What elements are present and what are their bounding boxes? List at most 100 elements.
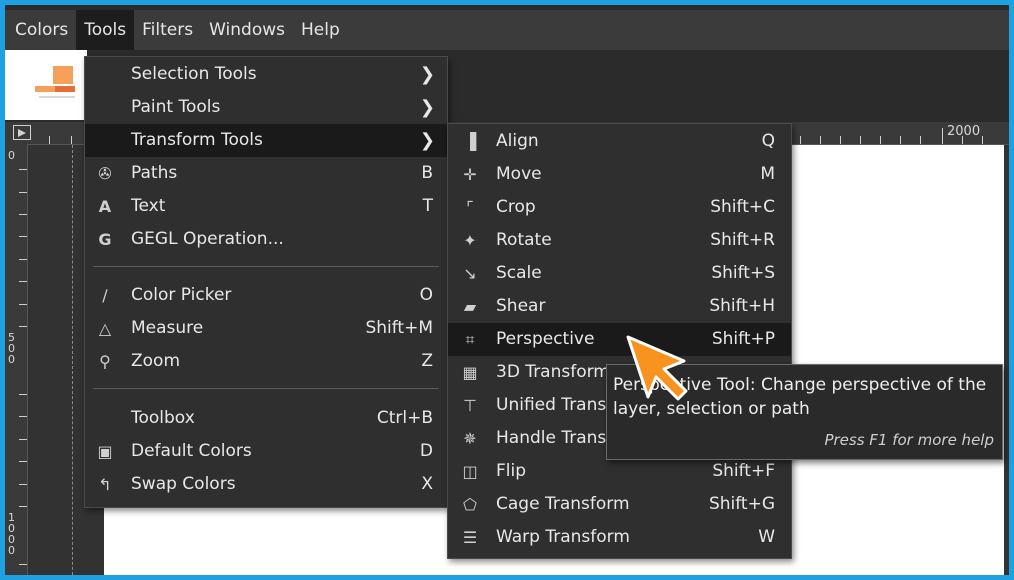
- menu-item-selection-tools[interactable]: Selection Tools ❯: [85, 58, 447, 91]
- menu-colors[interactable]: Colors: [5, 10, 76, 50]
- menu-item-perspective[interactable]: ⌗ Perspective Shift+P: [448, 323, 791, 356]
- menu-item-accel: D: [419, 441, 433, 461]
- menu-item-label: Measure: [131, 318, 204, 338]
- menu-item-accel: Q: [761, 131, 775, 151]
- menu-item-label: Cage Transform: [496, 494, 630, 514]
- ruler-label: 1000: [8, 511, 15, 557]
- ruler-label: 0: [8, 149, 15, 162]
- align-icon: ▐: [463, 132, 477, 151]
- zoom-icon: ⚲: [99, 352, 111, 371]
- default-colors-icon: ▣: [97, 442, 113, 461]
- chevron-right-icon: ❯: [419, 97, 435, 118]
- menu-item-rotate[interactable]: ✦ Rotate Shift+R: [448, 224, 791, 257]
- menu-item-accel: X: [421, 474, 433, 494]
- menu-item-move[interactable]: ✛ Move M: [448, 158, 791, 191]
- menu-item-swap-colors[interactable]: ↰ Swap Colors X: [85, 468, 447, 501]
- warp-transform-icon: ☰: [462, 528, 478, 547]
- menu-item-default-colors[interactable]: ▣ Default Colors D: [85, 435, 447, 468]
- menu-item-label: Scale: [496, 263, 542, 283]
- menu-item-measure[interactable]: △ Measure Shift+M: [85, 312, 447, 345]
- menu-item-accel: W: [758, 527, 775, 547]
- menu-item-label: Toolbox: [131, 408, 195, 428]
- menu-filters[interactable]: Filters: [134, 10, 201, 50]
- transform-tools-menu: ▐ Align Q ✛ Move M ⌜ Crop Shift+C ✦ Rota…: [447, 123, 792, 559]
- menu-item-accel: Shift+S: [711, 263, 775, 283]
- chevron-right-icon: ❯: [419, 130, 435, 151]
- menu-item-paint-tools[interactable]: Paint Tools ❯: [85, 91, 447, 124]
- thumbnail-swatch: [55, 86, 75, 92]
- menu-item-label: Default Colors: [131, 441, 252, 461]
- shear-icon: ▰: [463, 297, 477, 316]
- canvas-boundary: [72, 145, 74, 575]
- menu-item-label: Rotate: [496, 230, 552, 250]
- crop-icon: ⌜: [466, 198, 474, 217]
- menu-item-align[interactable]: ▐ Align Q: [448, 125, 791, 158]
- chevron-right-icon: ❯: [419, 64, 435, 85]
- menu-item-label: 3D Transform: [496, 362, 610, 382]
- text-icon: A: [98, 197, 112, 216]
- menu-item-accel: M: [760, 164, 775, 184]
- menu-item-accel: O: [419, 285, 433, 305]
- menu-item-label: Swap Colors: [131, 474, 236, 494]
- cursor-arrow-icon: [626, 335, 688, 401]
- menu-item-label: Align: [496, 131, 539, 151]
- menu-item-accel: Shift+R: [710, 230, 775, 250]
- menu-item-label: Zoom: [131, 351, 181, 371]
- menu-item-scale[interactable]: ↘ Scale Shift+S: [448, 257, 791, 290]
- thumbnail-swatch: [39, 96, 75, 98]
- menu-item-accel: T: [422, 196, 433, 216]
- menu-item-accel: Shift+G: [708, 494, 775, 514]
- menu-item-accel: Z: [421, 351, 433, 371]
- menu-item-accel: Shift+H: [709, 296, 775, 316]
- ruler-label: 2000: [947, 124, 981, 139]
- move-icon: ✛: [463, 165, 477, 184]
- menu-item-label: Flip: [496, 461, 527, 481]
- menu-windows[interactable]: Windows: [201, 10, 293, 50]
- menu-item-label: Selection Tools: [131, 64, 257, 84]
- menu-item-zoom[interactable]: ⚲ Zoom Z: [85, 345, 447, 378]
- menu-item-transform-tools[interactable]: Transform Tools ❯: [85, 124, 447, 157]
- menu-item-label: Paint Tools: [131, 97, 221, 117]
- menu-item-cage-transform[interactable]: ⬠ Cage Transform Shift+G: [448, 488, 791, 521]
- unified-transform-icon: ⊤: [463, 396, 477, 415]
- menubar: Colors Tools Filters Windows Help: [5, 10, 1009, 50]
- tools-menu: Selection Tools ❯ Paint Tools ❯ Transfor…: [84, 56, 448, 508]
- menu-help[interactable]: Help: [293, 10, 348, 50]
- image-thumbnail[interactable]: [5, 50, 87, 120]
- vertical-ruler[interactable]: 0 500 1000: [5, 144, 28, 575]
- menu-item-label: Shear: [496, 296, 546, 316]
- menu-item-warp-transform[interactable]: ☰ Warp Transform W: [448, 521, 791, 554]
- menu-item-label: Color Picker: [131, 285, 232, 305]
- menu-separator: [93, 388, 439, 389]
- menu-item-label: Transform Tools: [131, 130, 263, 150]
- flip-icon: ◫: [462, 462, 478, 481]
- menu-item-paths[interactable]: ✇ Paths B: [85, 157, 447, 190]
- menu-item-accel: Shift+M: [365, 318, 433, 338]
- menu-item-label: Paths: [131, 163, 178, 183]
- menu-item-label: Perspective: [496, 329, 595, 349]
- menu-item-label: Move: [496, 164, 542, 184]
- menu-item-label: Text: [131, 196, 166, 216]
- ruler-label: 500: [8, 331, 15, 366]
- menu-item-crop[interactable]: ⌜ Crop Shift+C: [448, 191, 791, 224]
- tooltip-help: Press F1 for more help: [824, 431, 994, 449]
- menu-item-gegl-operation[interactable]: G GEGL Operation...: [85, 223, 447, 256]
- rotate-icon: ✦: [463, 231, 477, 250]
- menu-item-text[interactable]: A Text T: [85, 190, 447, 223]
- paths-icon: ✇: [98, 164, 112, 183]
- handle-transform-icon: ✵: [463, 429, 477, 448]
- menu-item-accel: Shift+C: [710, 197, 775, 217]
- menu-separator: [93, 266, 439, 267]
- menu-item-shear[interactable]: ▰ Shear Shift+H: [448, 290, 791, 323]
- menu-item-toolbox[interactable]: Toolbox Ctrl+B: [85, 402, 447, 435]
- menu-item-accel: Shift+P: [711, 329, 775, 349]
- menu-item-accel: B: [421, 163, 433, 183]
- menu-item-accel: Ctrl+B: [376, 408, 433, 428]
- gegl-icon: G: [98, 230, 112, 249]
- menu-tools[interactable]: Tools: [76, 10, 135, 50]
- swap-colors-icon: ↰: [98, 475, 112, 494]
- quick-mask-icon[interactable]: [13, 125, 31, 140]
- perspective-icon: ⌗: [465, 330, 475, 349]
- menu-item-color-picker[interactable]: ∕ Color Picker O: [85, 279, 447, 312]
- thumbnail-swatch: [53, 66, 73, 84]
